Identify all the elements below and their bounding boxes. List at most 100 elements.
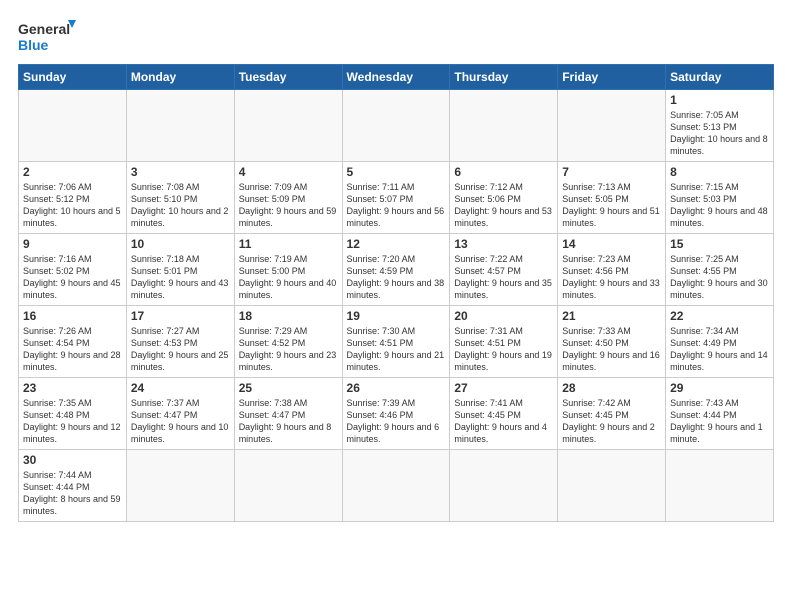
calendar-cell [19,90,127,162]
day-info: Sunrise: 7:38 AM Sunset: 4:47 PM Dayligh… [239,397,338,446]
day-number: 10 [131,237,230,251]
calendar-cell: 14 Sunrise: 7:23 AM Sunset: 4:56 PM Dayli… [558,234,666,306]
day-number: 2 [23,165,122,179]
calendar-cell: 15Sunrise: 7:25 AM Sunset: 4:55 PM Dayli… [666,234,774,306]
day-number: 11 [239,237,338,251]
svg-text:Blue: Blue [18,37,49,53]
day-number: 12 [347,237,446,251]
weekday-header-saturday: Saturday [666,65,774,90]
day-number: 26 [347,381,446,395]
calendar-cell: 20Sunrise: 7:31 AM Sunset: 4:51 PM Dayli… [450,306,558,378]
day-number: 24 [131,381,230,395]
day-info: Sunrise: 7:18 AM Sunset: 5:01 PM Dayligh… [131,253,230,302]
svg-text:General: General [18,21,70,37]
calendar-cell: 5 Sunrise: 7:11 AM Sunset: 5:07 PM Daylig… [342,162,450,234]
calendar-cell: 2 Sunrise: 7:06 AM Sunset: 5:12 PM Daylig… [19,162,127,234]
day-info: Sunrise: 7:44 AM Sunset: 4:44 PM Dayligh… [23,469,122,518]
day-info: Sunrise: 7:16 AM Sunset: 5:02 PM Dayligh… [23,253,122,302]
calendar-cell: 13 Sunrise: 7:22 AM Sunset: 4:57 PM Dayli… [450,234,558,306]
day-info: Sunrise: 7:09 AM Sunset: 5:09 PM Dayligh… [239,181,338,230]
calendar-cell: 9 Sunrise: 7:16 AM Sunset: 5:02 PM Daylig… [19,234,127,306]
day-number: 9 [23,237,122,251]
calendar-cell: 21 Sunrise: 7:33 AM Sunset: 4:50 PM Dayli… [558,306,666,378]
calendar-cell [342,90,450,162]
day-number: 23 [23,381,122,395]
weekday-header-monday: Monday [126,65,234,90]
calendar-cell [126,450,234,522]
logo: General Blue [18,18,78,56]
calendar-cell: 16Sunrise: 7:26 AM Sunset: 4:54 PM Dayli… [19,306,127,378]
day-number: 4 [239,165,338,179]
day-number: 30 [23,453,122,467]
day-number: 28 [562,381,661,395]
day-info: Sunrise: 7:13 AM Sunset: 5:05 PM Dayligh… [562,181,661,230]
day-number: 22 [670,309,769,323]
calendar-cell: 19 Sunrise: 7:30 AM Sunset: 4:51 PM Dayli… [342,306,450,378]
day-number: 17 [131,309,230,323]
day-info: Sunrise: 7:15 AM Sunset: 5:03 PM Dayligh… [670,181,769,230]
day-info: Sunrise: 7:22 AM Sunset: 4:57 PM Dayligh… [454,253,553,302]
day-info: Sunrise: 7:33 AM Sunset: 4:50 PM Dayligh… [562,325,661,374]
day-number: 3 [131,165,230,179]
day-number: 8 [670,165,769,179]
day-number: 14 [562,237,661,251]
day-number: 5 [347,165,446,179]
calendar-week-6: 30 Sunrise: 7:44 AM Sunset: 4:44 PM Dayli… [19,450,774,522]
day-info: Sunrise: 7:23 AM Sunset: 4:56 PM Dayligh… [562,253,661,302]
calendar-cell: 11Sunrise: 7:19 AM Sunset: 5:00 PM Dayli… [234,234,342,306]
day-info: Sunrise: 7:43 AM Sunset: 4:44 PM Dayligh… [670,397,769,446]
calendar-cell [558,90,666,162]
calendar-cell: 7Sunrise: 7:13 AM Sunset: 5:05 PM Daylig… [558,162,666,234]
day-info: Sunrise: 7:34 AM Sunset: 4:49 PM Dayligh… [670,325,769,374]
day-info: Sunrise: 7:06 AM Sunset: 5:12 PM Dayligh… [23,181,122,230]
day-info: Sunrise: 7:37 AM Sunset: 4:47 PM Dayligh… [131,397,230,446]
calendar-cell: 18 Sunrise: 7:29 AM Sunset: 4:52 PM Dayli… [234,306,342,378]
calendar-cell: 26 Sunrise: 7:39 AM Sunset: 4:46 PM Dayli… [342,378,450,450]
calendar-cell: 29Sunrise: 7:43 AM Sunset: 4:44 PM Dayli… [666,378,774,450]
day-info: Sunrise: 7:31 AM Sunset: 4:51 PM Dayligh… [454,325,553,374]
calendar-cell: 6 Sunrise: 7:12 AM Sunset: 5:06 PM Daylig… [450,162,558,234]
day-info: Sunrise: 7:42 AM Sunset: 4:45 PM Dayligh… [562,397,661,446]
day-info: Sunrise: 7:30 AM Sunset: 4:51 PM Dayligh… [347,325,446,374]
day-info: Sunrise: 7:29 AM Sunset: 4:52 PM Dayligh… [239,325,338,374]
day-number: 6 [454,165,553,179]
calendar-cell: 22 Sunrise: 7:34 AM Sunset: 4:49 PM Dayli… [666,306,774,378]
day-number: 27 [454,381,553,395]
day-number: 25 [239,381,338,395]
day-info: Sunrise: 7:39 AM Sunset: 4:46 PM Dayligh… [347,397,446,446]
weekday-header-sunday: Sunday [19,65,127,90]
day-info: Sunrise: 7:20 AM Sunset: 4:59 PM Dayligh… [347,253,446,302]
calendar-cell [126,90,234,162]
weekday-header-row: SundayMondayTuesdayWednesdayThursdayFrid… [19,65,774,90]
calendar-week-5: 23 Sunrise: 7:35 AM Sunset: 4:48 PM Dayli… [19,378,774,450]
day-number: 13 [454,237,553,251]
calendar-week-1: 1Sunrise: 7:05 AM Sunset: 5:13 PM Daylig… [19,90,774,162]
logo-icon: General Blue [18,18,78,56]
day-info: Sunrise: 7:11 AM Sunset: 5:07 PM Dayligh… [347,181,446,230]
calendar-cell: 27Sunrise: 7:41 AM Sunset: 4:45 PM Dayli… [450,378,558,450]
calendar-week-4: 16Sunrise: 7:26 AM Sunset: 4:54 PM Dayli… [19,306,774,378]
day-number: 21 [562,309,661,323]
calendar-cell: 4 Sunrise: 7:09 AM Sunset: 5:09 PM Daylig… [234,162,342,234]
calendar-week-3: 9 Sunrise: 7:16 AM Sunset: 5:02 PM Daylig… [19,234,774,306]
calendar-week-2: 2 Sunrise: 7:06 AM Sunset: 5:12 PM Daylig… [19,162,774,234]
day-info: Sunrise: 7:26 AM Sunset: 4:54 PM Dayligh… [23,325,122,374]
calendar-cell [666,450,774,522]
weekday-header-wednesday: Wednesday [342,65,450,90]
day-info: Sunrise: 7:12 AM Sunset: 5:06 PM Dayligh… [454,181,553,230]
day-number: 19 [347,309,446,323]
calendar-cell: 10 Sunrise: 7:18 AM Sunset: 5:01 PM Dayli… [126,234,234,306]
calendar-cell [450,90,558,162]
calendar-cell: 30 Sunrise: 7:44 AM Sunset: 4:44 PM Dayli… [19,450,127,522]
day-info: Sunrise: 7:35 AM Sunset: 4:48 PM Dayligh… [23,397,122,446]
day-number: 1 [670,93,769,107]
day-number: 18 [239,309,338,323]
day-info: Sunrise: 7:27 AM Sunset: 4:53 PM Dayligh… [131,325,230,374]
weekday-header-friday: Friday [558,65,666,90]
calendar-cell: 24 Sunrise: 7:37 AM Sunset: 4:47 PM Dayli… [126,378,234,450]
calendar-cell [234,90,342,162]
calendar-cell [234,450,342,522]
weekday-header-thursday: Thursday [450,65,558,90]
calendar-cell: 8 Sunrise: 7:15 AM Sunset: 5:03 PM Daylig… [666,162,774,234]
calendar-cell: 3Sunrise: 7:08 AM Sunset: 5:10 PM Daylig… [126,162,234,234]
